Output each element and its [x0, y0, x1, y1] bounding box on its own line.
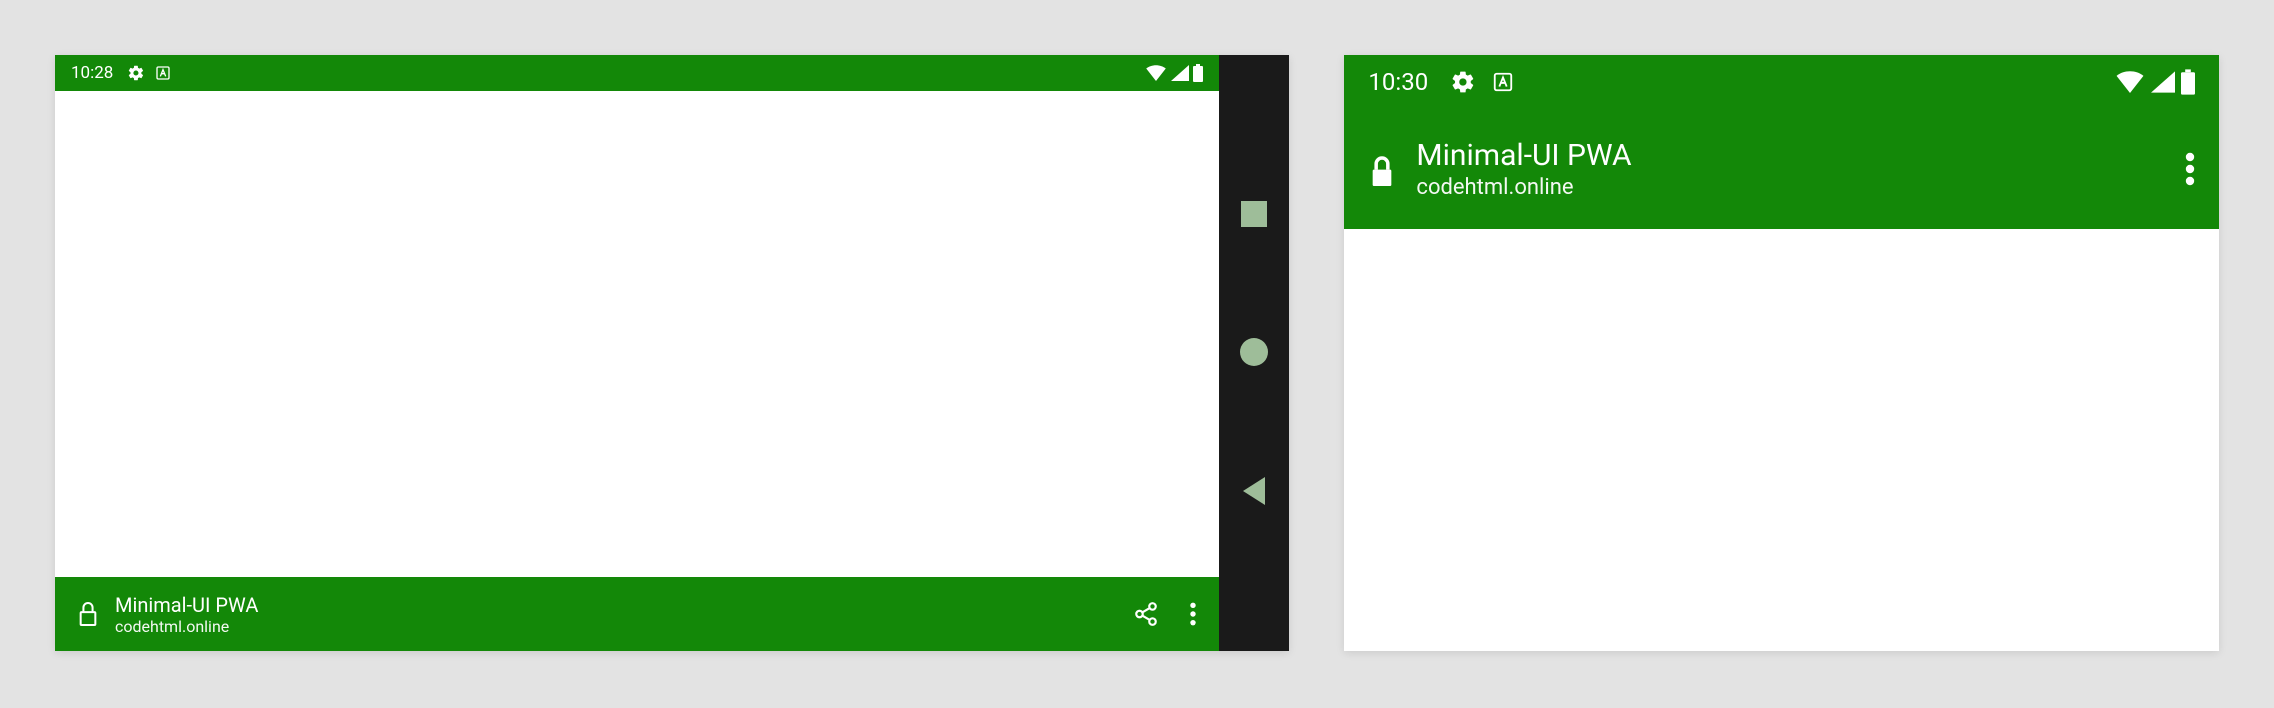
status-bar: 10:28 — [55, 55, 1219, 91]
status-icons-right — [1145, 64, 1203, 82]
status-icons-left — [1450, 69, 1514, 95]
gear-icon — [127, 64, 145, 82]
app-subtitle: codehtml.online — [115, 617, 258, 636]
more-menu-icon[interactable] — [1189, 601, 1197, 627]
home-button[interactable] — [1240, 338, 1268, 366]
webview-content[interactable] — [55, 91, 1219, 577]
device-landscape: 10:28 — [55, 55, 1289, 651]
device-main-area: 10:28 — [55, 55, 1219, 651]
app-title-group: Minimal-UI PWA codehtml.online — [1416, 138, 1631, 200]
more-menu-icon[interactable] — [2185, 151, 2195, 187]
app-title-group: Minimal-UI PWA codehtml.online — [115, 593, 258, 636]
app-title: Minimal-UI PWA — [115, 593, 258, 617]
app-badge-icon — [1492, 71, 1514, 93]
status-time: 10:28 — [71, 63, 113, 83]
status-icons-left — [127, 64, 171, 82]
status-icons-right — [2115, 69, 2195, 95]
lock-icon — [77, 600, 99, 628]
device-portrait: 10:30 Minimal-UI PWA — [1344, 55, 2219, 651]
gear-icon — [1450, 69, 1476, 95]
back-button[interactable] — [1243, 477, 1265, 505]
app-title: Minimal-UI PWA — [1416, 138, 1631, 173]
signal-icon — [2151, 71, 2175, 93]
battery-icon — [2181, 69, 2195, 95]
app-badge-icon — [155, 65, 171, 81]
lock-icon — [1368, 154, 1396, 190]
navigation-bar — [1219, 55, 1289, 651]
status-bar: 10:30 — [1344, 55, 2219, 109]
app-bar: Minimal-UI PWA codehtml.online — [1344, 109, 2219, 229]
app-bar: Minimal-UI PWA codehtml.online — [55, 577, 1219, 651]
signal-icon — [1171, 65, 1189, 81]
app-subtitle: codehtml.online — [1416, 175, 1631, 200]
status-time: 10:30 — [1368, 68, 1428, 96]
battery-icon — [1193, 64, 1203, 82]
wifi-icon — [2115, 71, 2145, 93]
share-icon[interactable] — [1133, 601, 1159, 627]
overview-button[interactable] — [1241, 201, 1267, 227]
wifi-icon — [1145, 65, 1167, 81]
app-bar-actions — [1133, 601, 1197, 627]
webview-content[interactable] — [1344, 229, 2219, 651]
